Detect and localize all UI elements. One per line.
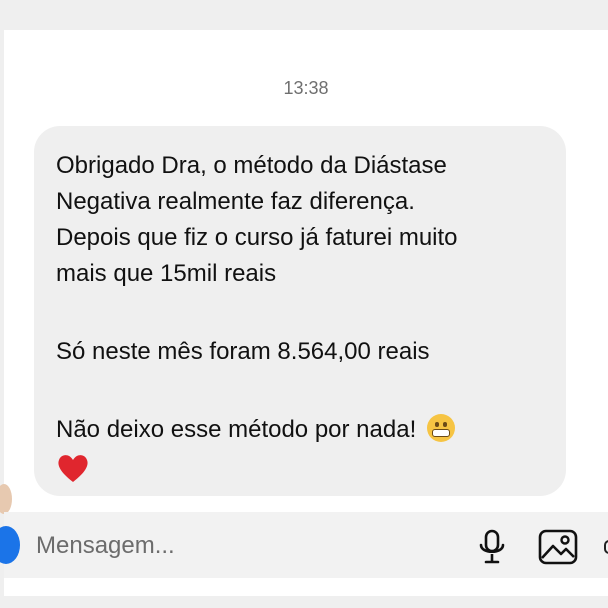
grimacing-face-icon (426, 414, 455, 442)
message-closing-paragraph: Não deixo esse método por nada! (56, 412, 542, 448)
message-line: Obrigado Dra, o método da Diástase (56, 152, 447, 179)
message-sales-line: Só neste mês foram 8.564,00 reais (56, 338, 430, 365)
gallery-icon[interactable] (537, 528, 579, 566)
message-line: mais que 15mil reais (56, 260, 277, 287)
camera-button[interactable] (0, 526, 20, 564)
sticker-icon[interactable] (604, 540, 608, 554)
message-line: Depois que fiz o curso já faturei muito (56, 224, 458, 251)
red-heart-icon (58, 455, 88, 482)
message-closing-line: Não deixo esse método por nada! (56, 416, 417, 443)
message-timestamp: 13:38 (283, 78, 329, 98)
message-bubble[interactable]: Obrigado Dra, o método da Diástase Negat… (34, 126, 566, 496)
message-text: Obrigado Dra, o método da Diástase Negat… (56, 148, 542, 292)
message-input[interactable] (34, 526, 438, 566)
sender-avatar[interactable] (0, 484, 12, 514)
microphone-icon[interactable] (474, 528, 510, 566)
message-line: Negativa realmente faz diferença. (56, 188, 415, 215)
message-composer (0, 512, 608, 578)
chat-screen: 13:38 Obrigado Dra, o método da Diástase… (0, 30, 608, 596)
